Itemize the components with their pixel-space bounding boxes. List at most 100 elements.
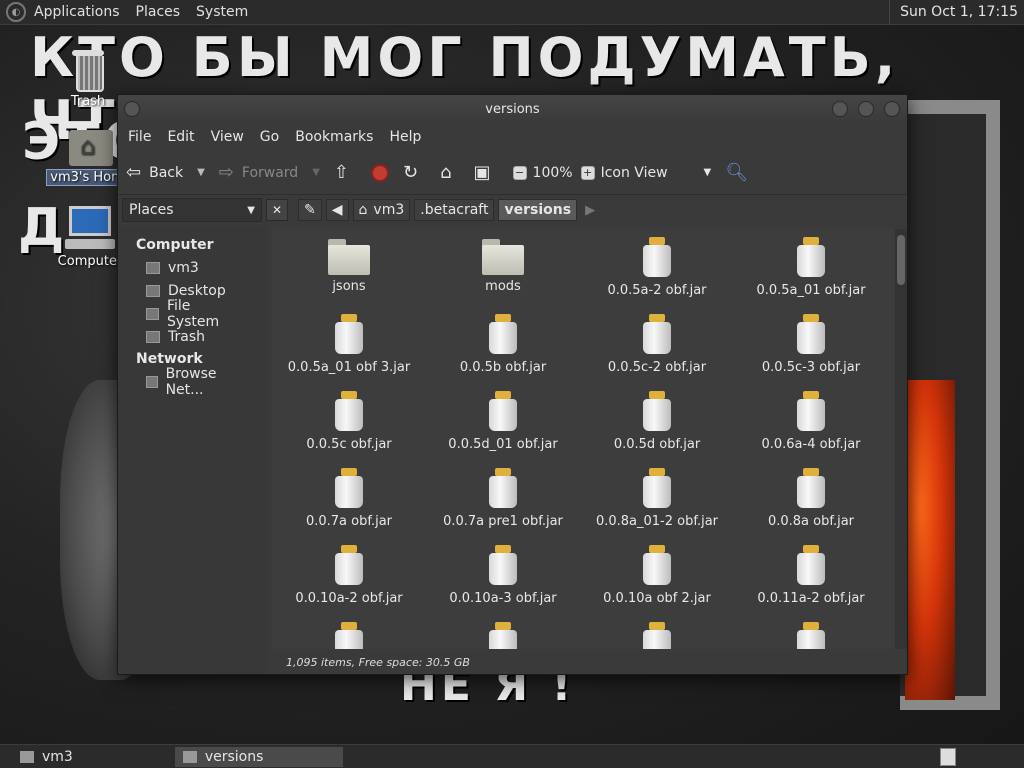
folder-item[interactable]: jsons — [272, 237, 426, 314]
item-label: 0.0.10a obf 2.jar — [603, 591, 711, 606]
jar-file-icon — [641, 391, 673, 433]
file-item[interactable]: 0.0.5d_01 obf.jar — [426, 391, 580, 468]
zoom-out-button[interactable]: − — [512, 165, 527, 180]
item-label: 0.0.5d obf.jar — [613, 437, 701, 452]
file-item[interactable]: 0.0.5d obf.jar — [580, 391, 734, 468]
status-bar: 1,095 items, Free space: 30.5 GB — [286, 655, 470, 669]
file-item[interactable] — [734, 622, 888, 649]
crumb-scroll-left[interactable]: ◀ — [325, 199, 349, 221]
icon-view[interactable]: jsons mods 0.0.5a-2 obf.jar 0.0.5a_01 obf.j… — [272, 229, 894, 649]
file-item[interactable]: 0.0.5a_01 obf.jar — [734, 237, 888, 314]
file-item[interactable]: 0.0.5a_01 obf 3.jar — [272, 314, 426, 391]
file-item[interactable]: 0.0.11a-2 obf.jar — [734, 545, 888, 622]
view-mode-select[interactable]: Icon View ▼ — [601, 165, 712, 181]
file-item[interactable]: 0.0.10a obf 2.jar — [580, 545, 734, 622]
window-titlebar[interactable]: versions — [118, 95, 907, 123]
chevron-right-icon: ▶ — [585, 202, 596, 218]
file-item[interactable] — [426, 622, 580, 649]
reload-icon: ↻ — [403, 162, 419, 183]
file-item[interactable]: 0.0.8a obf.jar — [734, 468, 888, 545]
file-item[interactable]: 0.0.8a_01-2 obf.jar — [580, 468, 734, 545]
file-item[interactable]: 0.0.5a-2 obf.jar — [580, 237, 734, 314]
window-menu-icon[interactable] — [124, 101, 140, 117]
desktop-trash[interactable]: Trash — [55, 48, 121, 109]
jar-file-icon — [333, 391, 365, 433]
file-item[interactable] — [272, 622, 426, 649]
sidebar-item-filesystem[interactable]: File System — [118, 298, 268, 330]
back-button[interactable]: ⇦ Back — [126, 162, 183, 183]
item-label: 0.0.7a pre1 obf.jar — [443, 514, 563, 529]
home-button[interactable]: ⌂ — [440, 162, 459, 183]
jar-file-icon — [641, 622, 673, 649]
forward-arrow-icon: ⇨ — [218, 162, 234, 183]
close-button[interactable] — [884, 101, 900, 117]
menu-view[interactable]: View — [205, 129, 250, 145]
scrollbar-thumb[interactable] — [897, 235, 905, 285]
jar-file-icon — [333, 468, 365, 510]
zoom-in-button[interactable]: + — [580, 165, 595, 180]
sidebar-item-browse-network[interactable]: Browse Net... — [118, 366, 268, 398]
file-item[interactable]: 0.0.5b obf.jar — [426, 314, 580, 391]
side-pane-select[interactable]: Places ▼ — [122, 198, 262, 222]
crumb-betacraft[interactable]: .betacraft — [414, 199, 495, 221]
item-label: 0.0.6a-4 obf.jar — [761, 437, 861, 452]
menu-bookmarks[interactable]: Bookmarks — [289, 129, 379, 145]
clock[interactable]: Sun Oct 1, 17:15 — [889, 0, 1018, 25]
jar-file-icon — [795, 391, 827, 433]
applications-menu[interactable]: Applications — [26, 0, 128, 25]
places-menu[interactable]: Places — [128, 0, 189, 25]
vertical-scrollbar[interactable] — [895, 229, 907, 649]
file-item[interactable]: 0.0.7a pre1 obf.jar — [426, 468, 580, 545]
pencil-icon: ✎ — [304, 202, 316, 218]
system-menu[interactable]: System — [188, 0, 256, 25]
menu-file[interactable]: File — [122, 129, 157, 145]
sidebar-item-trash[interactable]: Trash — [118, 325, 268, 348]
file-item[interactable]: 0.0.7a obf.jar — [272, 468, 426, 545]
forward-label: Forward — [241, 164, 299, 181]
item-label: 0.0.10a-3 obf.jar — [449, 591, 557, 606]
places-select-label: Places — [129, 202, 174, 218]
places-sidebar: Computer vm3 Desktop File System Trash N… — [118, 226, 268, 674]
jar-file-icon — [487, 391, 519, 433]
jar-file-icon — [487, 468, 519, 510]
minimize-button[interactable] — [832, 101, 848, 117]
file-item[interactable]: 0.0.5c obf.jar — [272, 391, 426, 468]
up-button[interactable]: ⇧ — [334, 162, 357, 183]
forward-button[interactable]: ⇨ Forward — [219, 162, 298, 183]
crumb-scroll-right[interactable]: ▶ — [585, 203, 595, 218]
stop-button[interactable] — [371, 163, 389, 182]
close-side-pane-button[interactable]: ✕ — [266, 199, 288, 221]
file-item[interactable]: 0.0.10a-3 obf.jar — [426, 545, 580, 622]
back-history-dropdown[interactable]: ▼ — [197, 167, 205, 178]
task-vm3[interactable]: vm3 — [12, 747, 81, 767]
item-label: mods — [485, 279, 521, 294]
file-item[interactable]: 0.0.5c-3 obf.jar — [734, 314, 888, 391]
menu-help[interactable]: Help — [383, 129, 427, 145]
jar-file-icon — [487, 314, 519, 356]
home-icon: ⌂ — [358, 202, 368, 218]
menu-go[interactable]: Go — [254, 129, 285, 145]
crumb-versions[interactable]: versions — [498, 199, 578, 221]
crumb-vm3[interactable]: ⌂ vm3 — [352, 199, 411, 221]
file-item[interactable]: 0.0.6a-4 obf.jar — [734, 391, 888, 468]
file-item[interactable]: 0.0.10a-2 obf.jar — [272, 545, 426, 622]
drive-icon — [146, 307, 159, 320]
menu-edit[interactable]: Edit — [161, 129, 200, 145]
task-versions[interactable]: versions — [174, 746, 343, 767]
edit-location-button[interactable]: ✎ — [298, 199, 322, 221]
zoom-level: 100% — [532, 164, 573, 181]
reload-button[interactable]: ↻ — [403, 162, 426, 183]
back-label: Back — [149, 164, 184, 181]
sidebar-item-vm3[interactable]: vm3 — [118, 256, 268, 279]
computer-icon — [65, 206, 115, 250]
workspace-switcher[interactable] — [940, 748, 956, 766]
search-button[interactable]: 🔍︎ — [725, 162, 756, 183]
folder-item[interactable]: mods — [426, 237, 580, 314]
forward-history-dropdown[interactable]: ▼ — [312, 167, 320, 178]
maximize-button[interactable] — [858, 101, 874, 117]
file-item[interactable] — [580, 622, 734, 649]
file-item[interactable]: 0.0.5c-2 obf.jar — [580, 314, 734, 391]
computer-button[interactable]: ▣ — [474, 162, 499, 183]
distro-logo-icon[interactable]: ◐ — [6, 2, 26, 22]
top-panel: ◐ Applications Places System Sun Oct 1, … — [0, 0, 1024, 25]
